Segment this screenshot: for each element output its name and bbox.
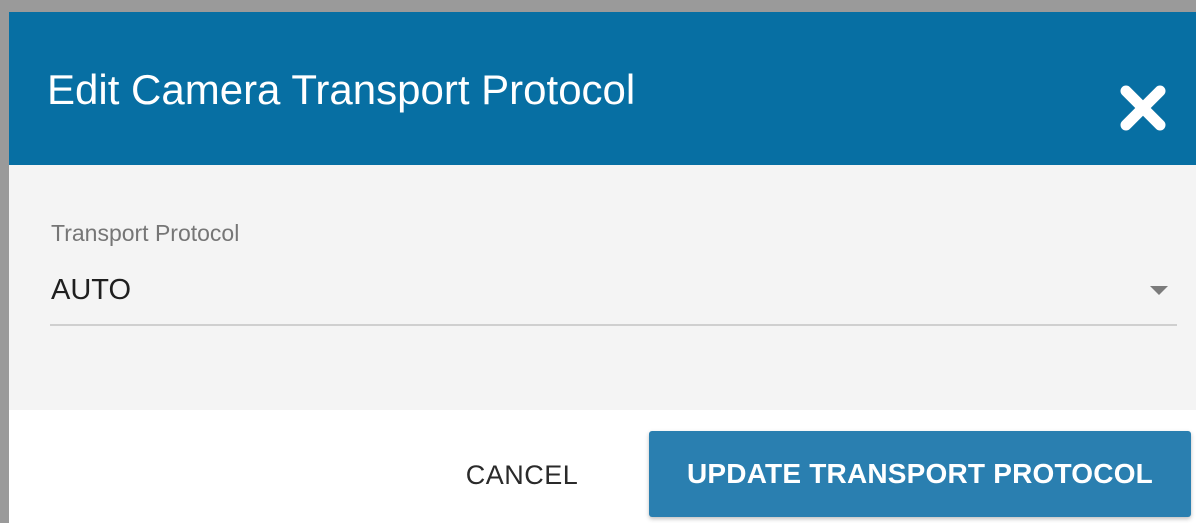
dialog-title: Edit Camera Transport Protocol <box>47 66 636 113</box>
update-transport-protocol-button[interactable]: UPDATE TRANSPORT PROTOCOL <box>649 431 1191 517</box>
backdrop-edge-top <box>0 0 1196 12</box>
backdrop-edge-left <box>0 0 9 523</box>
caret-down-icon <box>1150 286 1168 295</box>
transport-protocol-select[interactable]: AUTO <box>50 260 1177 326</box>
dialog-header: Edit Camera Transport Protocol <box>9 12 1196 165</box>
edit-transport-protocol-dialog: Edit Camera Transport Protocol Transport… <box>0 0 1196 523</box>
cancel-button[interactable]: CANCEL <box>440 440 604 510</box>
dialog-body: Transport Protocol AUTO <box>9 165 1196 410</box>
dialog-footer: CANCEL UPDATE TRANSPORT PROTOCOL <box>9 410 1196 523</box>
close-x-icon <box>1120 85 1166 131</box>
transport-protocol-label: Transport Protocol <box>51 220 240 246</box>
close-icon[interactable] <box>1117 82 1169 134</box>
transport-protocol-value: AUTO <box>51 274 132 306</box>
